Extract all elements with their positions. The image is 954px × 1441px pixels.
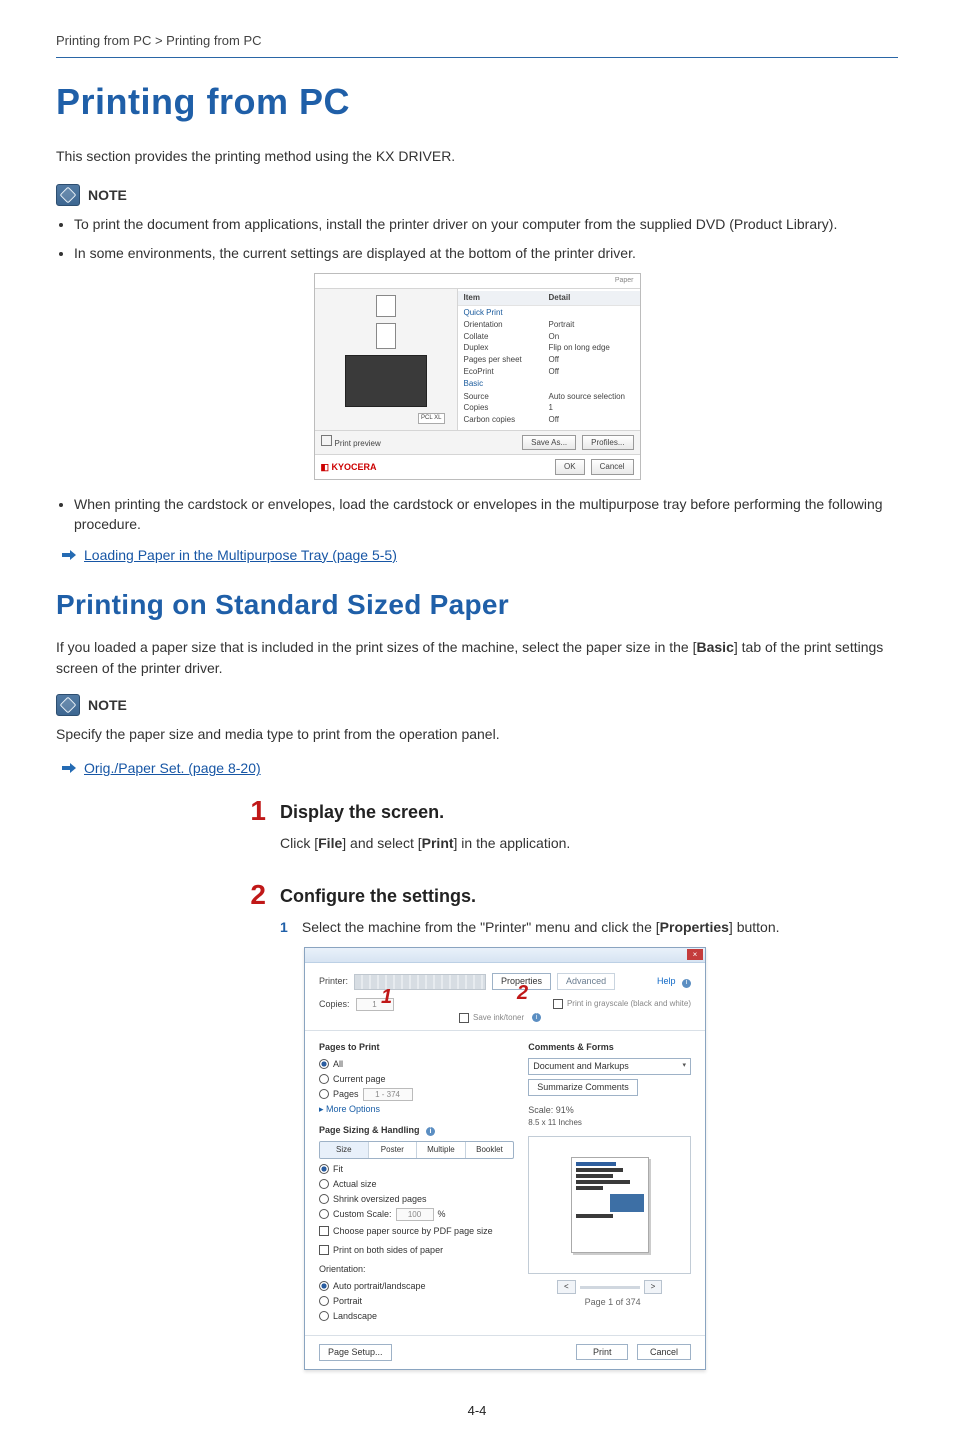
xref-multipurpose-tray[interactable]: Loading Paper in the Multipurpose Tray (… <box>84 545 397 565</box>
profiles-button[interactable]: Profiles... <box>582 435 633 451</box>
note-icon <box>56 694 80 716</box>
copies-label: Copies: <box>319 998 350 1011</box>
grayscale-checkbox[interactable]: Print in grayscale (black and white) <box>553 998 691 1010</box>
paper-dim-readout: 8.5 x 11 Inches <box>528 1117 691 1129</box>
print-button[interactable]: Print <box>576 1344 629 1360</box>
print-dialog: × Printer: Properties Advanced Help i 1 … <box>304 947 706 1370</box>
advanced-button[interactable]: Advanced <box>557 973 615 990</box>
note-icon <box>56 184 80 206</box>
cancel-button[interactable]: Cancel <box>591 459 634 475</box>
radio-shrink[interactable]: Shrink oversized pages <box>319 1193 514 1206</box>
col-detail: Detail <box>549 292 634 304</box>
page-number: 4-4 <box>56 1402 898 1421</box>
info-icon: i <box>532 1013 541 1022</box>
step-title-1: Display the screen. <box>280 799 898 825</box>
choose-paper-checkbox[interactable]: Choose paper source by PDF page size <box>319 1225 514 1238</box>
radio-fit[interactable]: Fit <box>319 1163 514 1176</box>
seg-size: Size <box>320 1142 369 1158</box>
scale-readout: Scale: 91% <box>528 1104 691 1117</box>
orientation-label: Orientation: <box>319 1263 514 1276</box>
step-substep-1: 1 Select the machine from the "Printer" … <box>280 917 898 937</box>
prev-page-button[interactable]: < <box>557 1280 576 1294</box>
printer-preview-image <box>345 355 427 407</box>
ok-button[interactable]: OK <box>555 459 585 475</box>
radio-actual[interactable]: Actual size <box>319 1178 514 1191</box>
radio-custom-scale[interactable]: Custom Scale: 100 % <box>319 1208 514 1221</box>
sizing-segment[interactable]: Size Poster Multiple Booklet <box>319 1141 514 1159</box>
radio-landscape[interactable]: Landscape <box>319 1310 514 1323</box>
close-icon[interactable]: × <box>687 949 703 960</box>
radio-all[interactable]: All <box>319 1058 514 1071</box>
callout-1: 1 <box>381 983 392 1012</box>
arrow-right-icon <box>62 548 76 562</box>
info-icon: i <box>426 1127 435 1136</box>
next-page-button[interactable]: > <box>644 1280 663 1294</box>
note2-text: Specify the paper size and media type to… <box>56 724 898 744</box>
brand-logo: KYOCERA <box>321 461 377 474</box>
note-list-a: To print the document from applications,… <box>56 214 898 263</box>
pages-to-print-heading: Pages to Print <box>319 1041 514 1054</box>
print-preview-checkbox[interactable]: Print preview <box>321 435 381 450</box>
page-thumb-icon <box>376 323 396 349</box>
section-text: If you loaded a paper size that is inclu… <box>56 637 898 678</box>
note-item: To print the document from applications,… <box>74 214 898 234</box>
step-text-1: Click [File] and select [Print] in the a… <box>280 833 898 853</box>
page-slider[interactable] <box>580 1286 640 1289</box>
col-item: Item <box>464 292 549 304</box>
intro-text: This section provides the printing metho… <box>56 146 898 166</box>
printer-select[interactable] <box>354 974 486 990</box>
radio-auto-orient[interactable]: Auto portrait/landscape <box>319 1280 514 1293</box>
header-rule <box>56 57 898 58</box>
arrow-right-icon <box>62 761 76 775</box>
seg-multiple: Multiple <box>417 1142 466 1158</box>
panel-tab: Paper <box>315 274 640 289</box>
step-number-2: 2 <box>226 881 266 1370</box>
page-title: Printing from PC <box>56 76 898 128</box>
page-preview <box>528 1136 691 1274</box>
comments-heading: Comments & Forms <box>528 1041 691 1054</box>
radio-portrait[interactable]: Portrait <box>319 1295 514 1308</box>
note-label: NOTE <box>88 695 127 715</box>
custom-scale-input[interactable]: 100 <box>396 1208 434 1221</box>
note-list-b: When printing the cardstock or envelopes… <box>56 494 898 535</box>
cancel-button[interactable]: Cancel <box>637 1344 691 1360</box>
group-basic: Basic <box>458 377 640 391</box>
pages-range-input[interactable]: 1 - 374 <box>363 1088 413 1101</box>
page-of-label: Page 1 of 374 <box>534 1296 691 1309</box>
page-setup-button[interactable]: Page Setup... <box>319 1344 392 1361</box>
xref-orig-paper-set[interactable]: Orig./Paper Set. (page 8-20) <box>84 758 261 778</box>
sizing-heading: Page Sizing & Handling i <box>319 1124 514 1137</box>
group-quickprint: Quick Print <box>458 306 640 320</box>
dialog-title-bar: × <box>305 948 705 963</box>
save-toner-checkbox[interactable]: Save ink/toner i <box>459 1012 691 1024</box>
note-item: In some environments, the current settin… <box>74 243 898 263</box>
save-as-button[interactable]: Save As... <box>522 435 576 451</box>
note-label: NOTE <box>88 185 127 205</box>
step-number-1: 1 <box>226 797 266 863</box>
radio-current-page[interactable]: Current page <box>319 1073 514 1086</box>
both-sides-checkbox[interactable]: Print on both sides of paper <box>319 1244 514 1257</box>
note-item: When printing the cardstock or envelopes… <box>74 494 898 535</box>
seg-poster: Poster <box>369 1142 418 1158</box>
callout-2: 2 <box>517 979 528 1008</box>
breadcrumb: Printing from PC > Printing from PC <box>56 32 898 51</box>
section-title: Printing on Standard Sized Paper <box>56 585 898 626</box>
info-icon: i <box>682 979 691 988</box>
radio-pages[interactable]: Pages 1 - 374 <box>319 1088 514 1101</box>
step-title-2: Configure the settings. <box>280 883 898 909</box>
help-link[interactable]: Help i <box>657 975 691 988</box>
page-thumb-icon <box>376 295 396 317</box>
more-options-toggle[interactable]: ▸ More Options <box>319 1103 514 1116</box>
comments-dropdown[interactable]: Document and Markups▾ <box>528 1058 691 1075</box>
summarize-button[interactable]: Summarize Comments <box>528 1079 638 1096</box>
driver-settings-panel: Paper PCL XL ItemDetail Quick Print Orie… <box>314 273 641 480</box>
seg-booklet: Booklet <box>466 1142 514 1158</box>
printer-label: Printer: <box>319 975 348 988</box>
pcl-badge: PCL XL <box>418 413 444 424</box>
